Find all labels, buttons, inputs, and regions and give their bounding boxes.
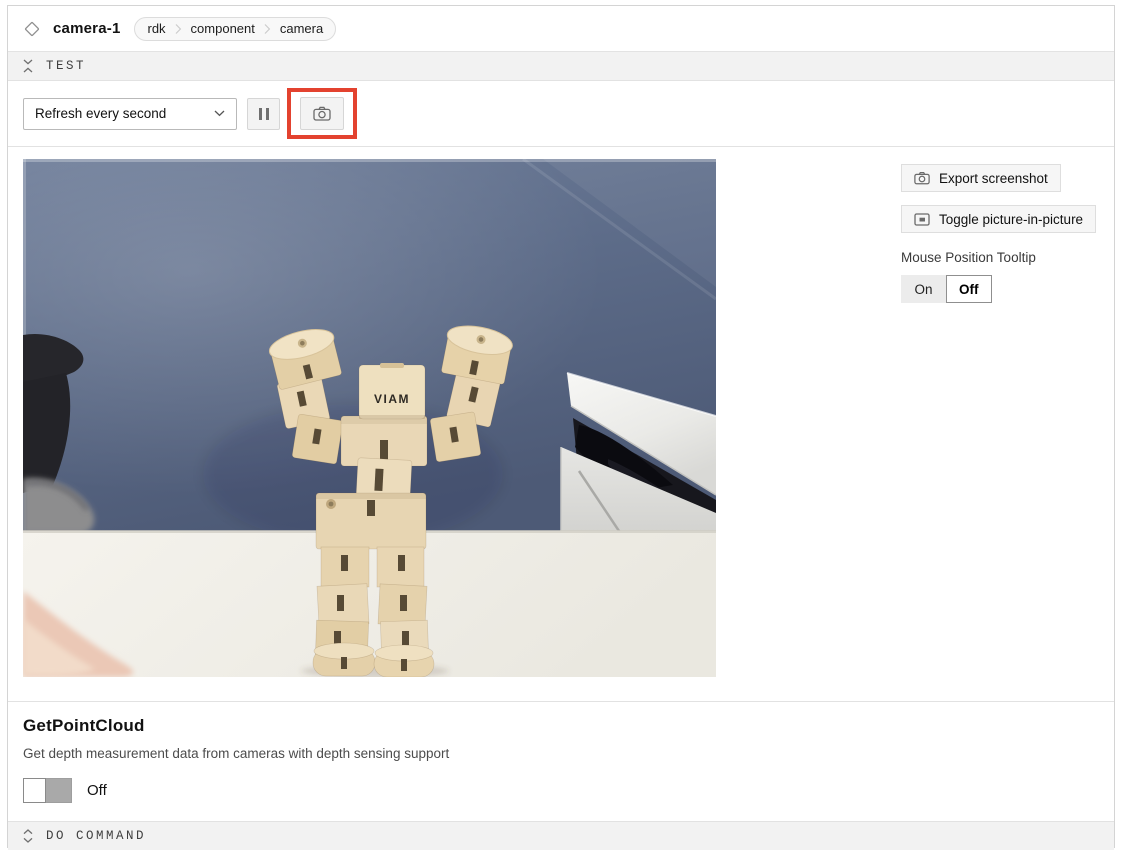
get-point-cloud-toggle-label: Off — [87, 782, 107, 799]
toggle-pip-button[interactable]: Toggle picture-in-picture — [901, 205, 1096, 233]
do-command-section-label: DO COMMAND — [46, 829, 146, 843]
robot-head: VIAM — [359, 363, 425, 419]
camera-icon — [313, 106, 331, 121]
camera-live-feed: VIAM — [23, 159, 716, 677]
chevron-right-icon — [175, 21, 182, 37]
toggle-knob — [23, 778, 46, 803]
get-point-cloud-toggle[interactable] — [23, 778, 72, 803]
pause-refresh-button[interactable] — [247, 98, 280, 130]
export-screenshot-button[interactable]: Export screenshot — [901, 164, 1061, 192]
test-panel-body: VIAM — [8, 147, 1114, 701]
mouse-tooltip-segmented: On Off — [901, 275, 1106, 303]
component-header: camera-1 rdk component camera — [8, 6, 1114, 52]
breadcrumb-item: camera — [280, 21, 323, 36]
pause-icon — [259, 108, 269, 120]
screenshot-button[interactable] — [300, 97, 344, 130]
component-title: camera-1 — [53, 20, 120, 37]
feed-controls: Export screenshot Toggle picture-in-pict… — [901, 164, 1106, 303]
test-toolbar: Refresh every second — [8, 81, 1114, 147]
camera-icon — [914, 171, 930, 185]
expand-icon[interactable] — [23, 828, 33, 844]
mouse-tooltip-off-button[interactable]: Off — [946, 275, 992, 303]
mouse-tooltip-label: Mouse Position Tooltip — [901, 250, 1106, 265]
collapse-icon[interactable] — [23, 58, 33, 74]
highlight-box — [287, 88, 357, 139]
get-point-cloud-section: GetPointCloud Get depth measurement data… — [8, 701, 1114, 821]
breadcrumb-item: rdk — [147, 21, 165, 36]
test-section-label: TEST — [46, 59, 86, 73]
toggle-pip-label: Toggle picture-in-picture — [939, 212, 1083, 227]
camera-feed-image: VIAM — [23, 159, 716, 677]
export-screenshot-label: Export screenshot — [939, 171, 1048, 186]
pip-icon — [914, 213, 930, 226]
chevron-right-icon — [264, 21, 271, 37]
mouse-tooltip-on-button[interactable]: On — [901, 275, 946, 303]
diamond-icon — [23, 20, 41, 38]
get-point-cloud-description: Get depth measurement data from cameras … — [23, 746, 1099, 761]
breadcrumb-item: component — [191, 21, 255, 36]
breadcrumb: rdk component camera — [134, 17, 336, 41]
viam-logo-text: VIAM — [374, 392, 410, 406]
camera-component-card: camera-1 rdk component camera TEST Refre… — [7, 5, 1115, 848]
chevron-down-icon — [214, 110, 225, 117]
get-point-cloud-title: GetPointCloud — [23, 716, 1099, 736]
refresh-rate-value: Refresh every second — [35, 106, 166, 121]
do-command-section-header[interactable]: DO COMMAND — [8, 821, 1114, 850]
refresh-rate-select[interactable]: Refresh every second — [23, 98, 237, 130]
test-section-header[interactable]: TEST — [8, 52, 1114, 81]
